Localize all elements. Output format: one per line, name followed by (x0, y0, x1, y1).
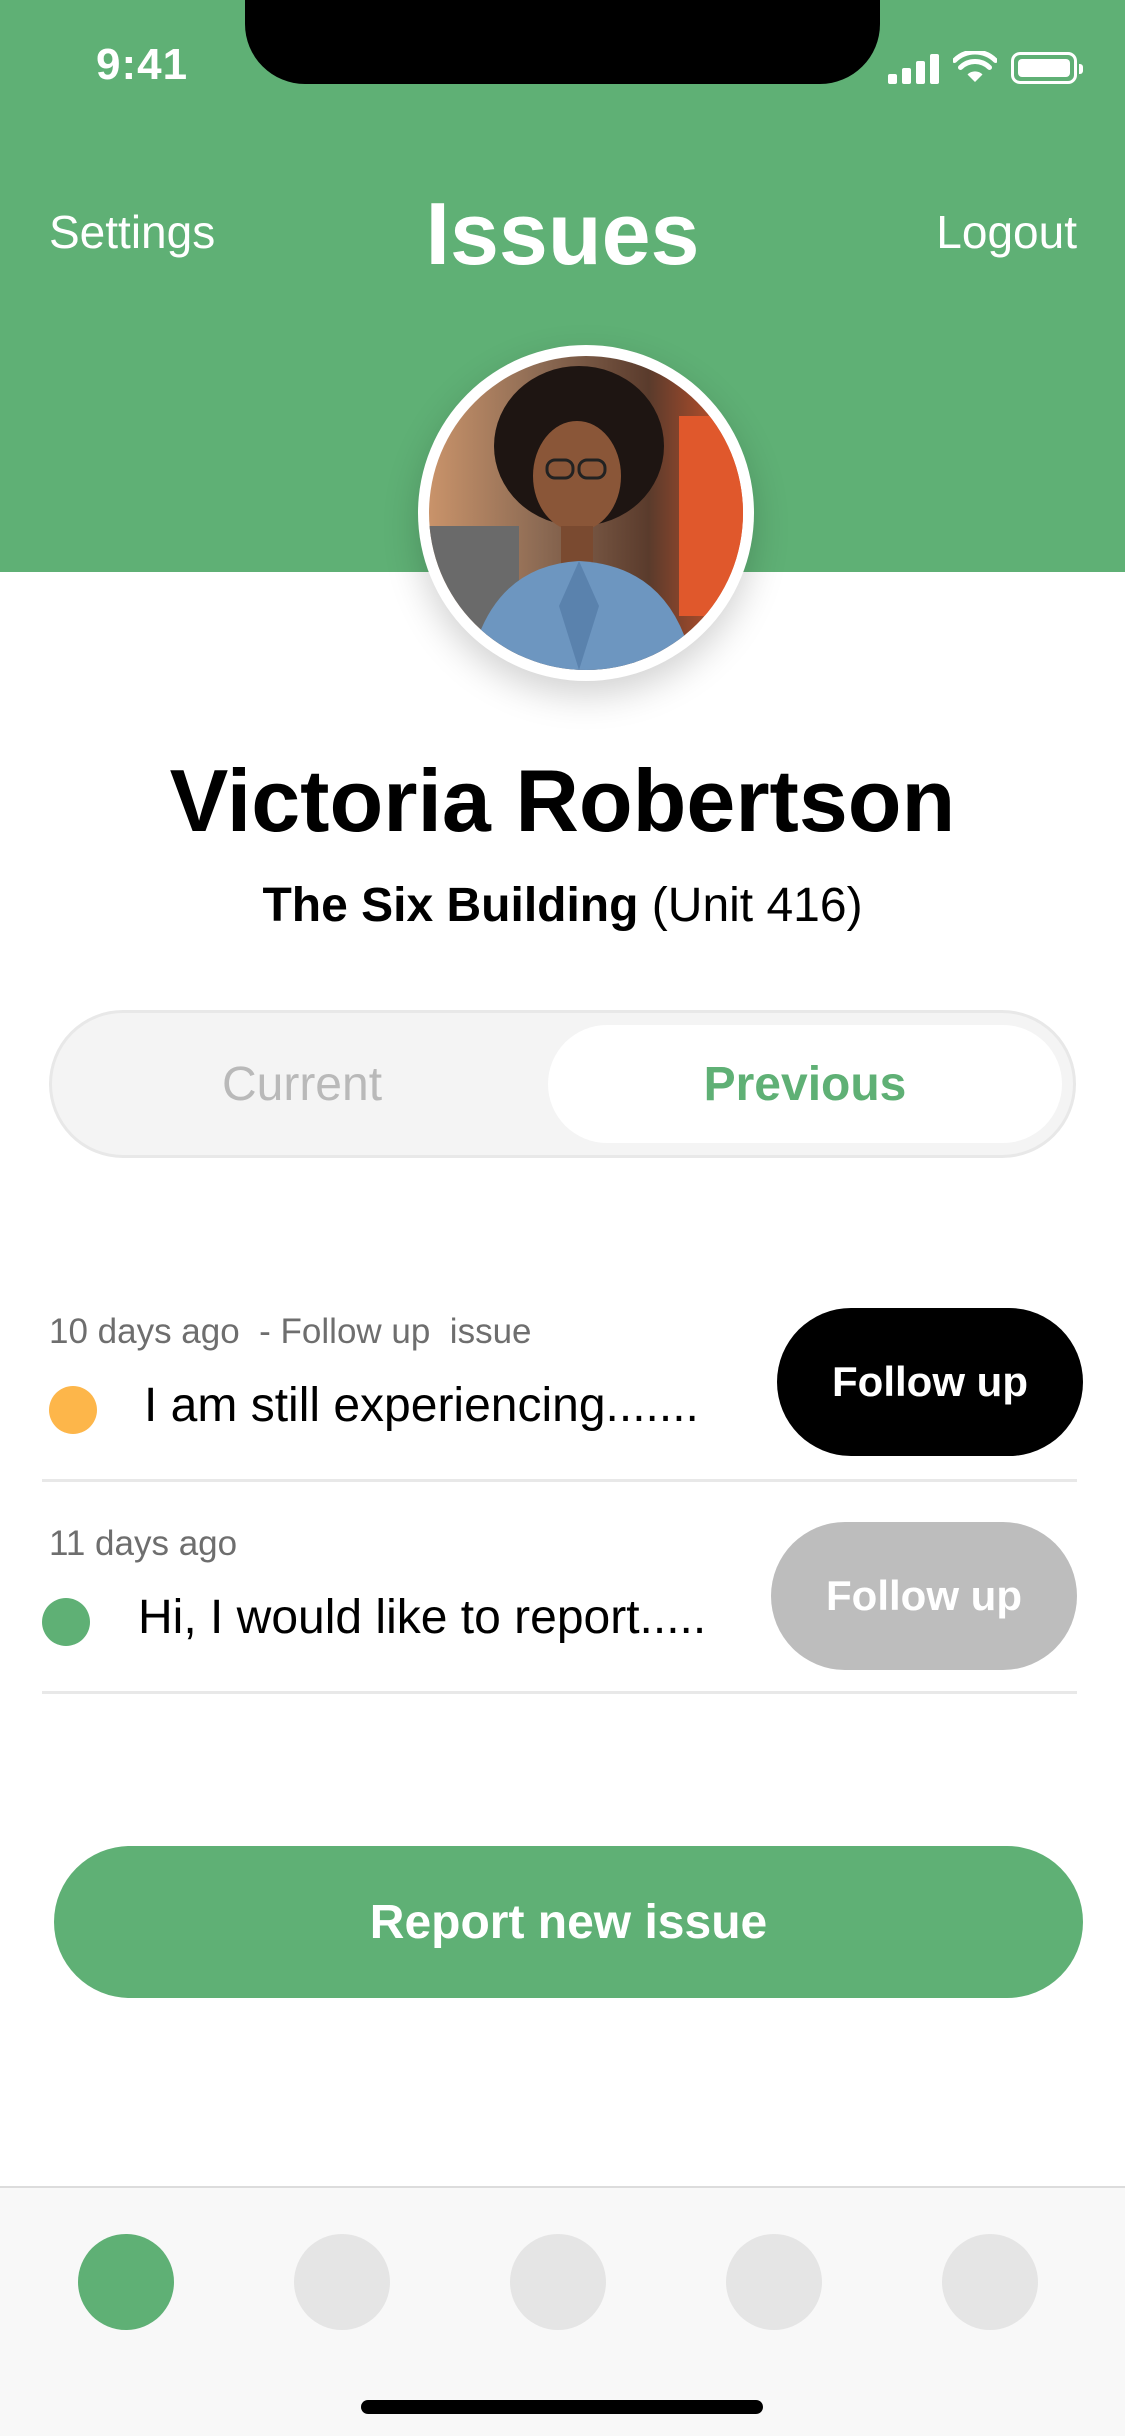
divider (42, 1691, 1077, 1694)
status-bar: 9:41 (0, 0, 1125, 132)
home-indicator[interactable] (361, 2400, 763, 2414)
issue-text: Hi, I would like to report..... (138, 1591, 707, 1644)
issue-meta: 11 days ago (49, 1524, 237, 1564)
tab-bar-item-2[interactable] (294, 2234, 390, 2330)
issue-status-segment: Current Previous (49, 1010, 1076, 1158)
tab-bar-item-4[interactable] (726, 2234, 822, 2330)
device-notch (245, 0, 880, 84)
user-photo-icon (429, 356, 743, 670)
issue-text: I am still experiencing....... (144, 1379, 699, 1432)
follow-up-button[interactable]: Follow up (777, 1308, 1083, 1456)
building-name: The Six Building (262, 879, 639, 932)
tab-previous[interactable]: Previous (548, 1025, 1062, 1143)
status-icons (888, 48, 1083, 88)
issue-time: 11 days ago (49, 1524, 238, 1563)
list-item[interactable]: 10 days ago - Follow up issue I am still… (42, 1270, 1083, 1482)
logout-button[interactable]: Logout (936, 205, 1077, 259)
status-dot (49, 1386, 97, 1434)
follow-up-button[interactable]: Follow up (771, 1522, 1077, 1670)
battery-icon (1011, 52, 1083, 84)
avatar[interactable] (418, 345, 754, 681)
issue-meta: 10 days ago - Follow up issue (49, 1312, 532, 1352)
tab-bar (0, 2186, 1125, 2436)
tab-bar-item-3[interactable] (510, 2234, 606, 2330)
cellular-signal-icon (888, 52, 939, 84)
wifi-icon (953, 51, 997, 82)
tab-bar-item-1[interactable] (78, 2234, 174, 2330)
report-new-issue-button[interactable]: Report new issue (54, 1846, 1083, 1998)
status-time: 9:41 (96, 40, 189, 89)
tab-bar-item-5[interactable] (942, 2234, 1038, 2330)
status-dot (42, 1598, 90, 1646)
issue-tag: - Follow up issue (259, 1312, 532, 1351)
list-item[interactable]: 11 days ago Hi, I would like to report..… (42, 1482, 1077, 1694)
issue-time: 10 days ago (49, 1312, 240, 1351)
unit-number: (Unit 416) (651, 879, 863, 932)
tab-current[interactable]: Current (52, 1013, 552, 1155)
profile-name: Victoria Robertson (169, 751, 956, 850)
profile-building: The Six Building (Unit 416) (0, 878, 1125, 933)
issues-screen: 9:41 Settings Issues Logout Victoria Rob… (0, 0, 1125, 2436)
